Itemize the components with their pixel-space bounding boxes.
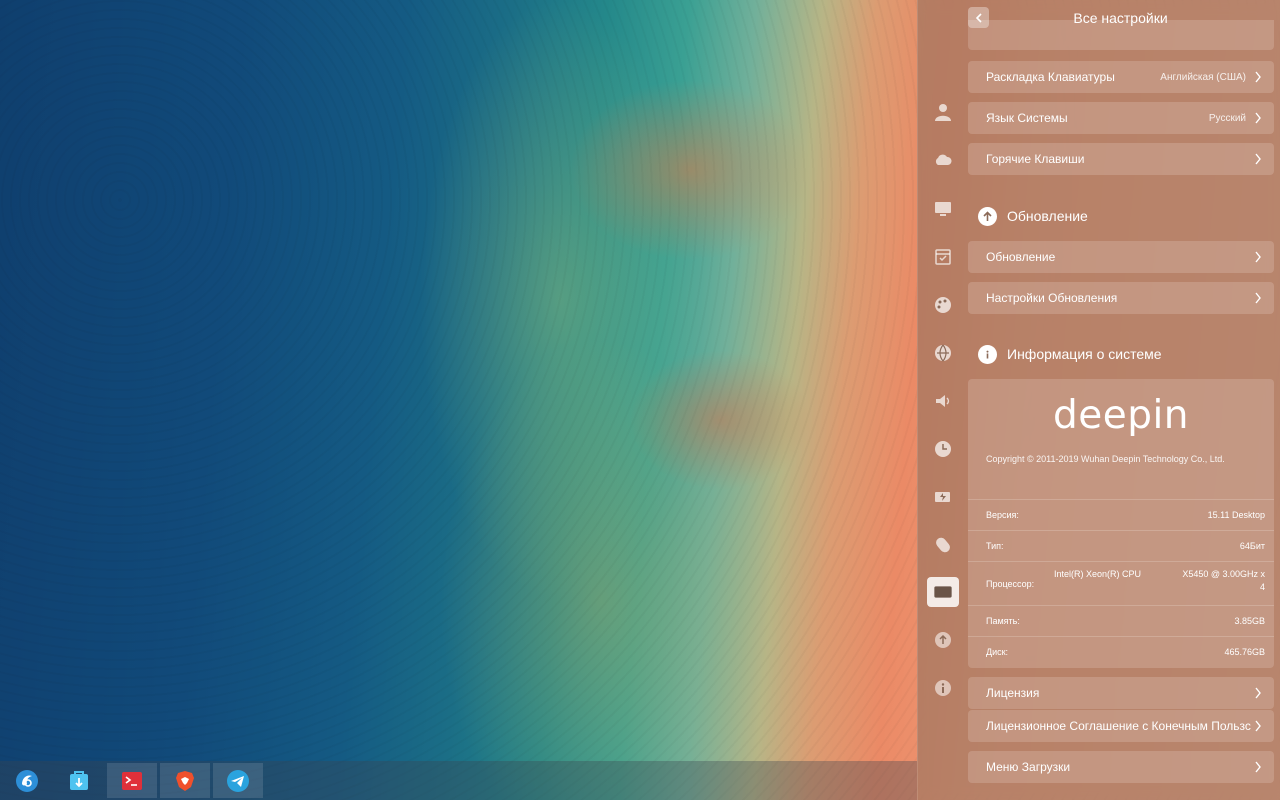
info-row-type: Тип: 64Бит — [968, 530, 1274, 561]
info-value: 15.11 Desktop — [1207, 510, 1265, 520]
row-keyboard-layout[interactable]: Раскладка Клавиатуры Английская (США) — [968, 61, 1274, 93]
row-value: Русский — [1208, 112, 1246, 124]
row-license[interactable]: Лицензия — [968, 677, 1274, 709]
info-value: 3.85GB — [1234, 616, 1265, 626]
row-update[interactable]: Обновление — [968, 241, 1274, 273]
info-row-processor: Процессор: Intel(R) Xeon(R) CPU X5450 @ … — [968, 561, 1274, 605]
chevron-right-icon — [1255, 761, 1261, 773]
dock-app-store[interactable] — [54, 763, 104, 798]
personalization-icon — [935, 297, 951, 313]
row-update-settings[interactable]: Настройки Обновления — [968, 282, 1274, 314]
chevron-right-icon — [1255, 720, 1261, 732]
section-title-text: Информация о системе — [1007, 346, 1162, 362]
rail-datetime[interactable] — [927, 434, 959, 464]
copyright-text: Copyright © 2011-2019 Wuhan Deepin Techn… — [986, 454, 1225, 464]
chevron-right-icon — [1255, 251, 1261, 263]
brave-browser-icon — [176, 770, 194, 791]
chevron-right-icon — [1255, 153, 1261, 165]
keyboard-icon — [934, 586, 952, 598]
info-section-icon — [978, 344, 997, 364]
chevron-right-icon — [1255, 292, 1261, 304]
rail-default-apps[interactable] — [927, 242, 959, 272]
dock-launcher[interactable] — [2, 763, 52, 798]
user-icon — [935, 104, 951, 121]
rail-accounts[interactable] — [927, 97, 959, 127]
info-row-version: Версия: 15.11 Desktop — [968, 499, 1274, 530]
rail-system-info[interactable] — [927, 673, 959, 703]
info-key: Тип: — [986, 541, 1004, 551]
rail-cloud-sync[interactable] — [927, 145, 959, 175]
dock-brave-browser[interactable] — [160, 763, 210, 798]
cpu-model-c: 4 — [1259, 582, 1265, 592]
dock-terminal[interactable] — [107, 763, 157, 798]
info-key: Версия: — [986, 510, 1019, 520]
settings-nav-rail — [918, 0, 968, 800]
rail-personalization[interactable] — [927, 290, 959, 320]
rail-display[interactable] — [927, 194, 959, 224]
info-key: Диск: — [986, 647, 1009, 657]
update-section-icon — [978, 206, 997, 226]
row-label: Язык Системы — [986, 111, 1068, 125]
row-label: Лицензия — [986, 686, 1040, 700]
rail-update[interactable] — [927, 625, 959, 655]
system-info-card: deepin Copyright © 2011-2019 Wuhan Deepi… — [968, 379, 1274, 668]
display-icon — [935, 202, 951, 216]
launcher-icon — [16, 769, 38, 792]
taskbar-dock — [0, 761, 917, 800]
telegram-icon — [227, 769, 249, 792]
dock-telegram[interactable] — [213, 763, 263, 798]
cpu-model-a: Intel(R) Xeon(R) CPU — [1054, 569, 1142, 579]
info-key: Память: — [986, 616, 1020, 626]
rail-mouse[interactable] — [927, 530, 959, 560]
chevron-right-icon — [1255, 71, 1261, 83]
row-label: Настройки Обновления — [986, 291, 1118, 305]
network-icon — [935, 344, 951, 362]
calendar-icon — [935, 249, 951, 265]
sound-icon — [936, 395, 950, 407]
update-icon — [935, 632, 951, 648]
chevron-right-icon — [1255, 112, 1261, 124]
info-row-disk: Диск: 465.76GB — [968, 636, 1274, 667]
row-label: Горячие Клавиши — [986, 152, 1085, 166]
row-boot-menu[interactable]: Меню Загрузки — [968, 751, 1274, 783]
section-title-system-info: Информация о системе — [978, 342, 1162, 366]
terminal-icon — [122, 771, 142, 790]
row-eula[interactable]: Лицензионное Соглашение с Конечным Польз… — [968, 710, 1274, 742]
cloud-icon — [935, 154, 952, 165]
row-hotkeys[interactable]: Горячие Клавиши — [968, 143, 1274, 175]
rail-keyboard[interactable] — [927, 577, 959, 607]
rail-network[interactable] — [927, 338, 959, 368]
rail-power[interactable] — [927, 482, 959, 512]
app-store-icon — [70, 770, 88, 790]
info-icon — [986, 350, 989, 358]
info-value: 64Бит — [1239, 541, 1265, 551]
info-value: 465.76GB — [1224, 647, 1265, 657]
deepin-logo: deepin — [1052, 393, 1190, 438]
clock-icon — [935, 441, 951, 457]
row-label: Обновление — [986, 250, 1056, 264]
power-icon — [935, 492, 950, 502]
info-icon — [935, 680, 951, 696]
row-label: Меню Загрузки — [986, 760, 1071, 774]
cpu-model-b: X5450 @ 3.00GHz x — [1182, 569, 1265, 579]
chevron-right-icon — [1255, 687, 1261, 699]
rail-sound[interactable] — [927, 386, 959, 416]
row-system-language[interactable]: Язык Системы Русский — [968, 102, 1274, 134]
section-title-update: Обновление — [978, 204, 1088, 228]
row-value: Английская (США) — [1160, 71, 1246, 83]
row-label: Раскладка Клавиатуры — [986, 70, 1115, 84]
control-center-panel: Все настройки Раскладка Клавиатуры Англи… — [917, 0, 1280, 800]
info-row-memory: Память: 3.85GB — [968, 605, 1274, 636]
section-title-text: Обновление — [1007, 208, 1088, 224]
mouse-icon — [936, 537, 950, 553]
row-label: Лицензионное Соглашение с Конечным Польз… — [986, 719, 1251, 733]
partial-row-above[interactable] — [968, 20, 1274, 50]
arrow-up-icon — [983, 210, 992, 221]
